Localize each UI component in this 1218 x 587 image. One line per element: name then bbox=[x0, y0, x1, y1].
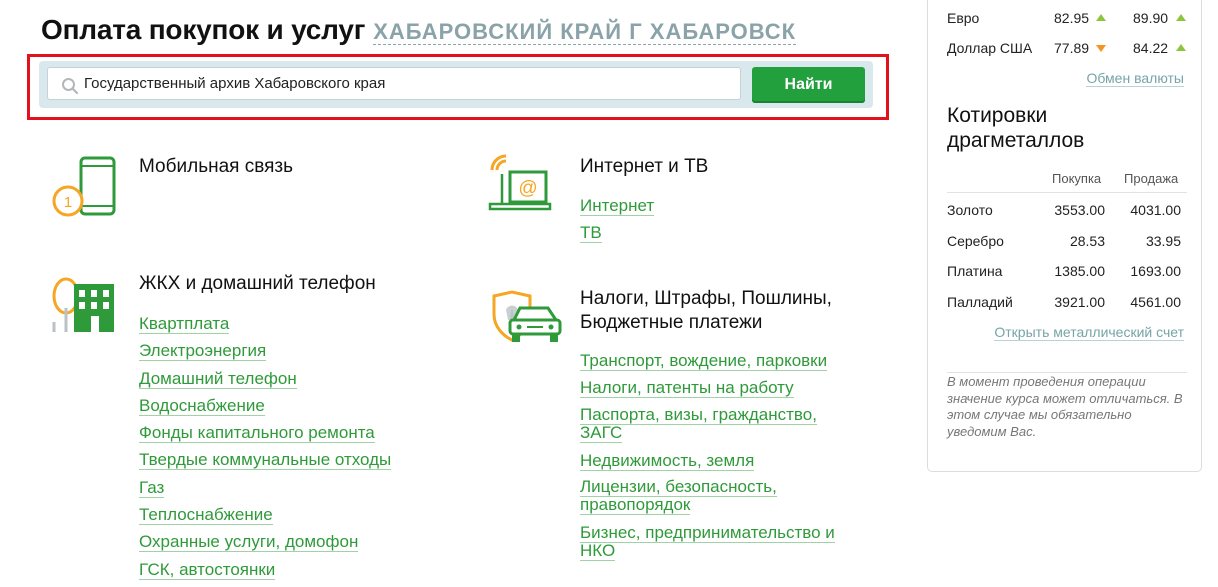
link-gas[interactable]: Газ bbox=[139, 477, 165, 498]
metals-header-buy: Покупка bbox=[1052, 171, 1102, 186]
link-water[interactable]: Водоснабжение bbox=[139, 395, 265, 416]
trend-up-icon bbox=[1176, 14, 1186, 21]
search-input[interactable]: Государственный архив Хабаровского края bbox=[47, 67, 741, 100]
trend-down-icon bbox=[1096, 45, 1106, 52]
link-passports-line2: ЗАГС bbox=[580, 423, 623, 443]
search-panel: Государственный архив Хабаровского края … bbox=[39, 61, 873, 108]
metal-name: Платина bbox=[947, 263, 1003, 279]
search-icon bbox=[62, 78, 79, 95]
category-taxes-title[interactable]: Налоги, Штрафы, Пошлины, Бюджетные плате… bbox=[580, 287, 832, 335]
category-mobile-title[interactable]: Мобильная связь bbox=[139, 155, 293, 179]
link-business-line1: Бизнес, предпринимательство и bbox=[580, 523, 835, 543]
category-housing-title[interactable]: ЖКХ и домашний телефон bbox=[139, 272, 376, 296]
currency-name: Евро bbox=[947, 10, 980, 26]
link-tv[interactable]: ТВ bbox=[580, 223, 602, 244]
metal-sell: 1693.00 bbox=[1130, 263, 1181, 279]
currency-name: Доллар США bbox=[947, 40, 1033, 56]
house-icon bbox=[52, 277, 114, 332]
link-licenses-line2: правопорядок bbox=[580, 495, 691, 515]
link-repair-funds[interactable]: Фонды капитального ремонта bbox=[139, 423, 375, 444]
metals-divider bbox=[947, 192, 1187, 193]
metals-title-line1: Котировки bbox=[947, 104, 1048, 127]
category-taxes-title-line1: Налоги, Штрафы, Пошлины, bbox=[580, 288, 832, 309]
link-waste[interactable]: Твердые коммунальные отходы bbox=[139, 450, 392, 471]
trend-up-icon bbox=[1176, 44, 1186, 51]
internet-links: Интернет ТВ bbox=[580, 196, 655, 251]
link-licenses-line1: Лицензии, безопасность, bbox=[580, 477, 777, 497]
link-security-intercom[interactable]: Охранные услуги, домофон bbox=[139, 532, 359, 553]
link-business-line2: НКО bbox=[580, 541, 616, 561]
metal-name: Золото bbox=[947, 202, 993, 218]
car-shield-icon bbox=[492, 290, 562, 342]
metal-buy: 3553.00 bbox=[1054, 202, 1105, 218]
laptop-wifi-icon: @ bbox=[488, 154, 552, 211]
region-selector[interactable]: ХАБАРОВСКИЙ КРАЙ Г ХАБАРОВСК bbox=[373, 19, 797, 45]
link-realty[interactable]: Недвижимость, земля bbox=[580, 451, 755, 471]
metal-name: Палладий bbox=[947, 294, 1013, 310]
rates-sidebar: Евро 82.95 89.90 Доллар США 77.89 84.22 … bbox=[927, 0, 1202, 472]
find-button[interactable]: Найти bbox=[752, 67, 865, 103]
metal-sell: 33.95 bbox=[1145, 233, 1181, 249]
svg-text:1: 1 bbox=[64, 194, 72, 211]
metal-name: Серебро bbox=[947, 233, 1004, 249]
trend-up-icon bbox=[1096, 14, 1106, 21]
metal-buy: 28.53 bbox=[1069, 233, 1105, 249]
metal-account-link[interactable]: Открыть металлический счет bbox=[994, 324, 1184, 341]
rate-disclaimer: В момент проведения операции значение ку… bbox=[947, 374, 1183, 439]
link-passports-line1: Паспорта, визы, гражданство, bbox=[580, 405, 817, 425]
link-electricity[interactable]: Электроэнергия bbox=[139, 341, 267, 362]
link-taxes-patents[interactable]: Налоги, патенты на работу bbox=[580, 378, 794, 398]
link-transport[interactable]: Транспорт, вождение, парковки bbox=[580, 351, 828, 371]
link-business[interactable]: Бизнес, предпринимательство и НКО bbox=[580, 523, 835, 561]
link-garage-parking[interactable]: ГСК, автостоянки bbox=[139, 559, 276, 580]
metals-title: Котировки драгметаллов bbox=[947, 103, 1084, 153]
category-internet-title[interactable]: Интернет и ТВ bbox=[580, 155, 708, 179]
link-passports[interactable]: Паспорта, визы, гражданство, ЗАГС bbox=[580, 405, 817, 443]
link-rent[interactable]: Квартплата bbox=[139, 314, 230, 334]
link-internet[interactable]: Интернет bbox=[580, 196, 655, 216]
metal-sell: 4031.00 bbox=[1130, 202, 1181, 218]
category-taxes-title-line2: Бюджетные платежи bbox=[580, 312, 763, 333]
metal-sell: 4561.00 bbox=[1130, 294, 1181, 310]
mobile-phone-icon: 1 bbox=[52, 156, 116, 217]
link-home-phone[interactable]: Домашний телефон bbox=[139, 368, 297, 389]
metal-buy: 3921.00 bbox=[1054, 294, 1105, 310]
svg-text:@: @ bbox=[518, 178, 537, 199]
metal-buy: 1385.00 bbox=[1054, 263, 1105, 279]
link-heating[interactable]: Теплоснабжение bbox=[139, 505, 273, 526]
metals-header-sell: Продажа bbox=[1124, 171, 1179, 186]
page-title: Оплата покупок и услуг ХАБАРОВСКИЙ КРАЙ Г… bbox=[41, 14, 797, 46]
link-licenses[interactable]: Лицензии, безопасность, правопорядок bbox=[580, 477, 777, 515]
note-divider bbox=[947, 372, 1187, 373]
housing-links: Квартплата Электроэнергия Домашний телеф… bbox=[139, 314, 392, 587]
exchange-link[interactable]: Обмен валюты bbox=[1086, 70, 1184, 87]
page-title-text: Оплата покупок и услуг bbox=[41, 14, 366, 45]
metals-title-line2: драгметаллов bbox=[947, 129, 1085, 152]
